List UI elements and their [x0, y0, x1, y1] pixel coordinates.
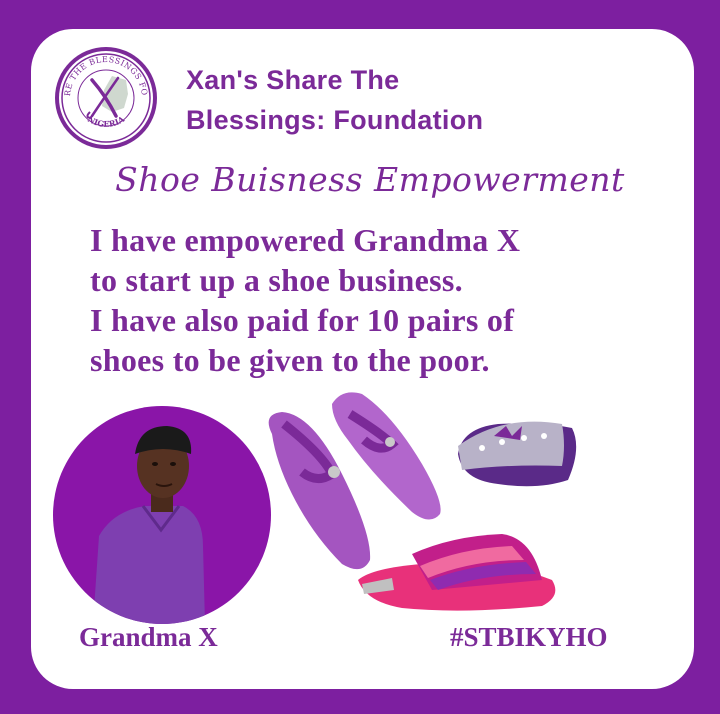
- headline: Shoe Buisness Empowerment: [115, 160, 625, 199]
- portrait-caption: Grandma X: [79, 622, 218, 652]
- hashtag: #STBIKYHO: [450, 622, 608, 652]
- message-line: shoes to be given to the poor.: [90, 342, 490, 378]
- organization-name-line2: Blessings: Foundation: [186, 105, 484, 135]
- foundation-logo: XAN'S SHARE THE BLESSINGS FOUNDATION NIG…: [54, 46, 157, 149]
- portrait-photo: [53, 406, 271, 624]
- sandals-photo: [268, 392, 577, 611]
- message-line: to start up a shoe business.: [90, 262, 463, 298]
- message-line: I have empowered Grandma X: [90, 222, 521, 258]
- organization-name: Xan's Share The Blessings: Foundation: [186, 60, 566, 140]
- organization-name-line1: Xan's Share The: [186, 65, 400, 95]
- message-line: I have also paid for 10 pairs of: [90, 302, 515, 338]
- message-body: I have empowered Grandma X to start up a…: [90, 220, 690, 380]
